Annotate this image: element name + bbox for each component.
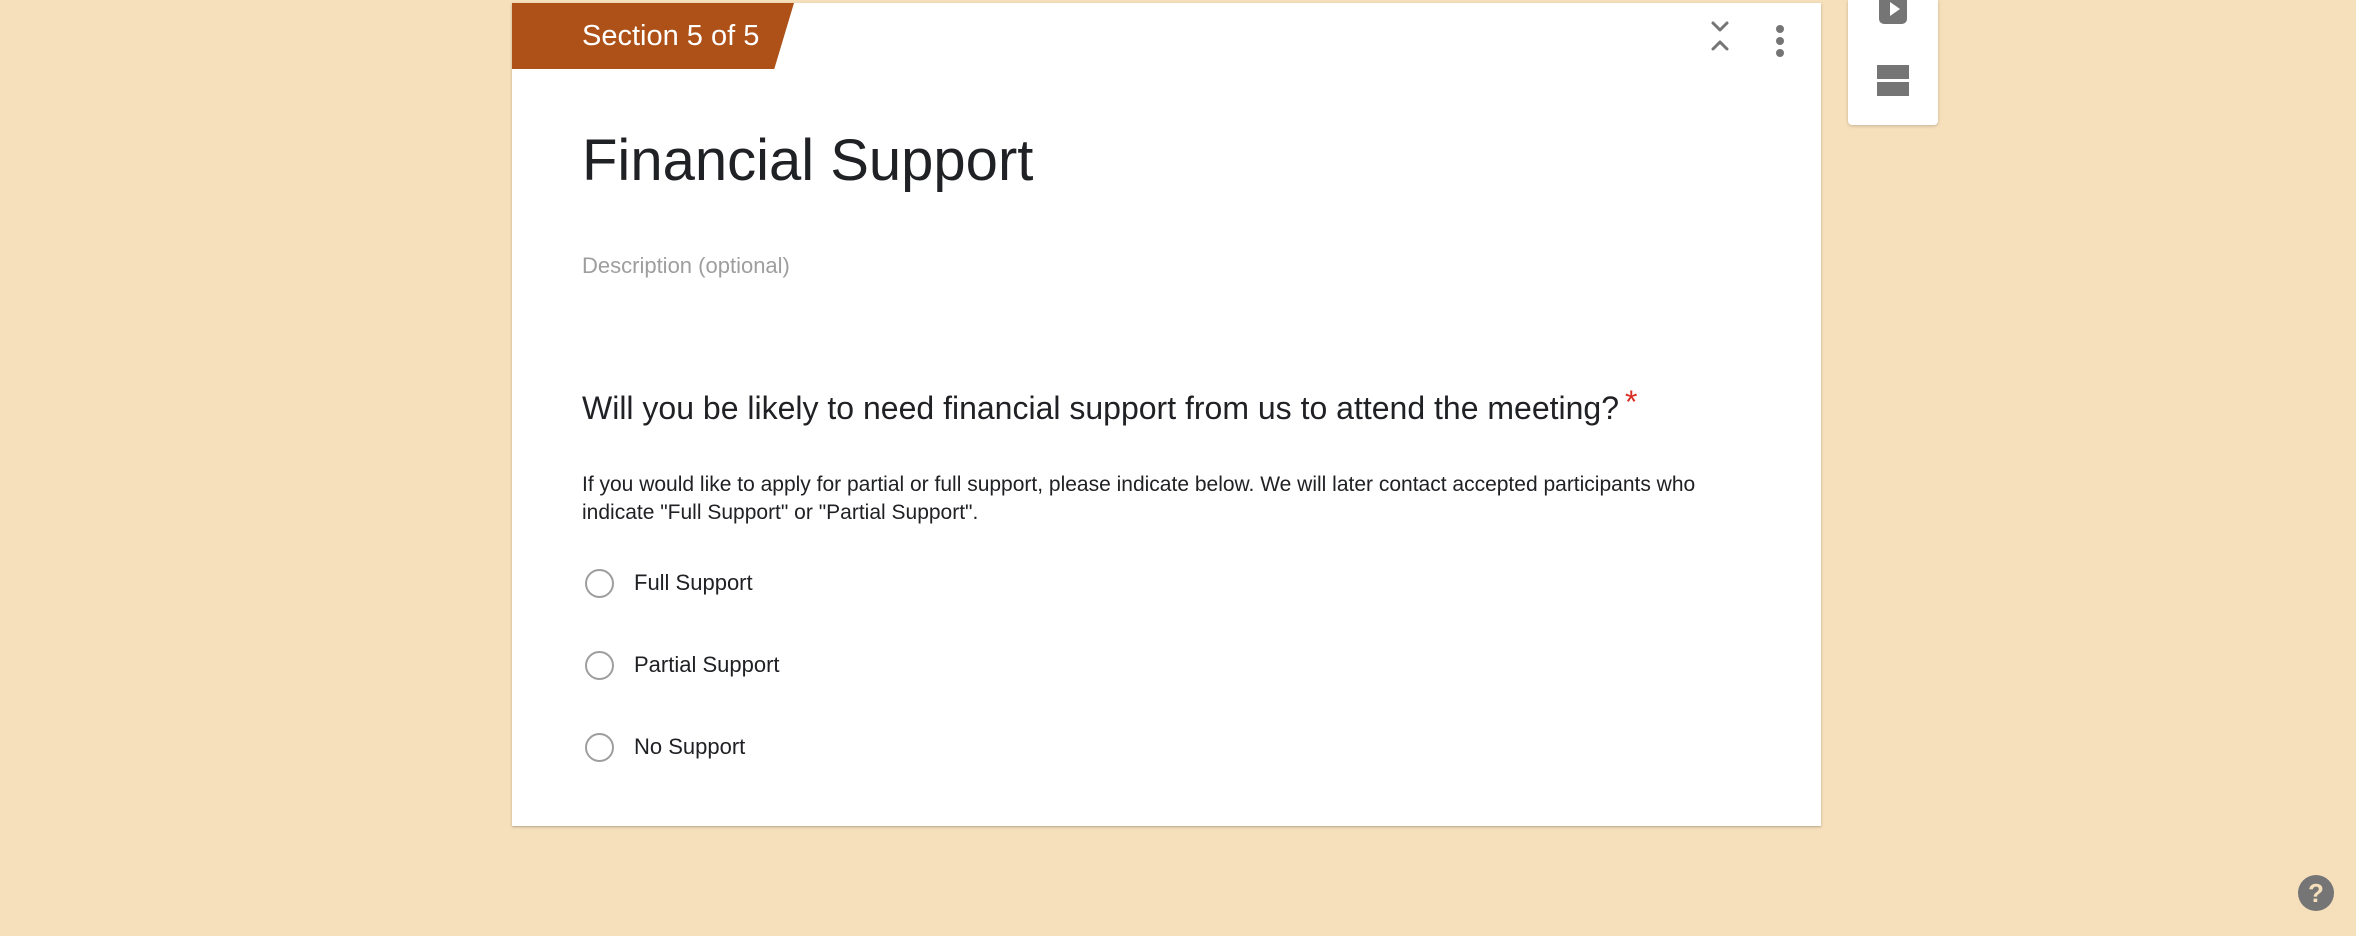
collapse-icon bbox=[1711, 21, 1729, 51]
question-title-text: Will you be likely to need financial sup… bbox=[582, 390, 1620, 426]
section-description-field[interactable]: Description (optional) bbox=[582, 253, 790, 279]
question-title[interactable]: Will you be likely to need financial sup… bbox=[582, 384, 1637, 427]
video-icon bbox=[1879, 0, 1907, 24]
section-tab: Section 5 of 5 bbox=[512, 3, 794, 69]
add-section-button[interactable] bbox=[1874, 63, 1912, 99]
add-section-icon bbox=[1877, 65, 1909, 96]
radio-button[interactable] bbox=[585, 732, 614, 762]
more-vert-icon bbox=[1776, 25, 1784, 57]
collapse-section-button[interactable] bbox=[1702, 17, 1738, 55]
section-card: Section 5 of 5 Financial Support Descrip… bbox=[512, 3, 1821, 826]
question-help-text: If you would like to apply for partial o… bbox=[582, 473, 1696, 524]
radio-button[interactable] bbox=[585, 650, 614, 680]
option-label: No Support bbox=[634, 734, 746, 759]
section-tab-label: Section 5 of 5 bbox=[582, 20, 760, 52]
option-no-support[interactable]: No Support bbox=[585, 729, 745, 765]
section-title[interactable]: Financial Support bbox=[582, 127, 1033, 194]
help-icon[interactable]: ? bbox=[2298, 875, 2334, 911]
option-partial-support[interactable]: Partial Support bbox=[585, 647, 780, 683]
side-toolbar bbox=[1848, 0, 1938, 125]
required-marker: * bbox=[1625, 384, 1638, 420]
option-full-support[interactable]: Full Support bbox=[585, 565, 753, 601]
more-options-button[interactable] bbox=[1767, 23, 1793, 63]
radio-button[interactable] bbox=[585, 568, 614, 598]
option-label: Full Support bbox=[634, 570, 753, 595]
add-video-button[interactable] bbox=[1874, 0, 1912, 36]
option-label: Partial Support bbox=[634, 652, 780, 677]
